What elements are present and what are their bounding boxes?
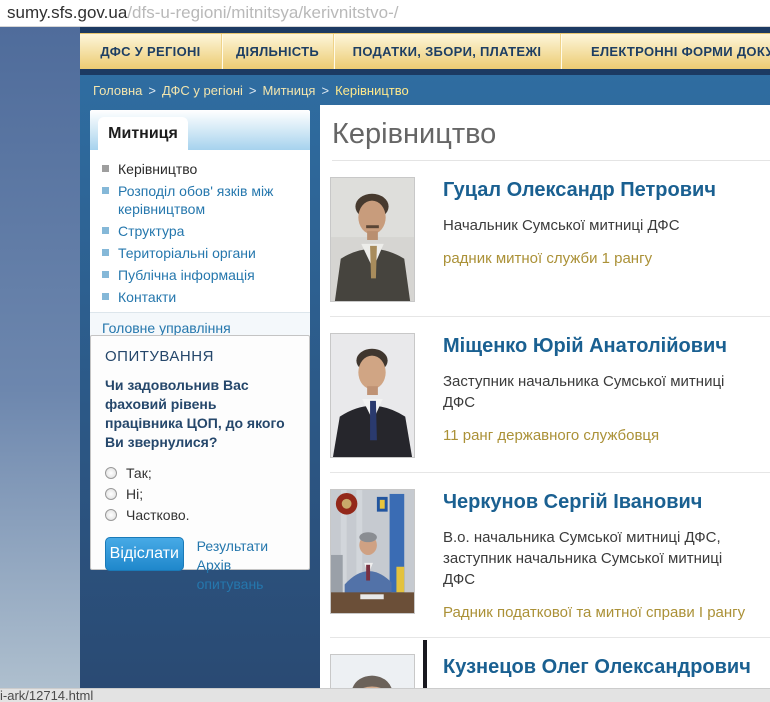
page-title: Керівництво: [332, 117, 770, 151]
main-content: Керівництво: [320, 105, 770, 688]
breadcrumb-home[interactable]: Головна: [93, 83, 142, 98]
portrait-photo: [330, 333, 415, 458]
person-name-link[interactable]: Міщенко Юрій Анатолійович: [443, 334, 743, 358]
url-domain: sumy.sfs.gov.ua: [7, 3, 127, 22]
breadcrumb-separator: >: [321, 83, 329, 98]
poll-options: Так; Ні; Частково.: [105, 465, 295, 523]
sidebar-item-teritorialni-organi[interactable]: Територіальні органи: [102, 242, 300, 264]
poll-actions: Відіслати Результати Архів опитувань: [105, 537, 295, 594]
poll-option-tak: Так;: [105, 465, 295, 481]
bullet-square-icon: [102, 227, 109, 234]
person-card: Кузнецов Олег Олександрович Перший засту…: [330, 638, 770, 688]
bullet-square-icon: [102, 249, 109, 256]
breadcrumb-current: Керівництво: [335, 83, 409, 98]
radio-icon[interactable]: [105, 509, 117, 521]
poll-title: ОПИТУВАННЯ: [105, 348, 295, 365]
person-name-link[interactable]: Черкунов Сергій Іванович: [443, 490, 745, 514]
sidebar-item-rozpodil[interactable]: Розподіл обов' язків між керівництвом: [102, 180, 300, 220]
sidebar-item-publichna-informatsiya[interactable]: Публічна інформація: [102, 264, 300, 286]
portrait-photo: [330, 489, 415, 614]
sidebar-header: Митниця: [90, 110, 310, 150]
sidebar-item-kerivnitstvo[interactable]: Керівництво: [102, 158, 300, 180]
sidebar-item-label: Керівництво: [118, 160, 197, 178]
sidebar-item-label: Структура: [118, 222, 184, 240]
poll-option-label[interactable]: Частково.: [126, 507, 190, 523]
nav-tab-diyalnist[interactable]: ДІЯЛЬНІСТЬ: [221, 34, 333, 69]
person-info: Черкунов Сергій Іванович В.о. начальника…: [443, 489, 745, 623]
site-content: ДФС У РЕГІОНІ ДІЯЛЬНІСТЬ ПОДАТКИ, ЗБОРИ,…: [80, 27, 770, 688]
bullet-square-icon: [102, 165, 109, 172]
person-position: Начальник Сумської митниці ДФС: [443, 215, 716, 236]
sidebar-menu: Керівництво Розподіл обов' язків між кер…: [90, 150, 310, 312]
sidebar-tab-mitnitsya[interactable]: Митниця: [98, 117, 188, 150]
person-card: Гуцал Олександр Петрович Начальник Сумсь…: [330, 161, 770, 317]
nav-tab-elektronni-formi[interactable]: ЕЛЕКТРОННІ ФОРМИ ДОКУМ: [560, 34, 770, 69]
poll-option-ni: Ні;: [105, 486, 295, 502]
poll-widget: ОПИТУВАННЯ Чи задовольнив Вас фаховий рі…: [90, 335, 310, 570]
bullet-square-icon: [102, 293, 109, 300]
sidebar-item-struktura[interactable]: Структура: [102, 220, 300, 242]
person-info: Гуцал Олександр Петрович Начальник Сумсь…: [443, 177, 716, 302]
status-bar: i-ark/12714.html: [0, 688, 770, 702]
browser-window: sumy.sfs.gov.ua/dfs-u-regioni/mitnitsya/…: [0, 0, 770, 702]
person-name-link[interactable]: Кузнецов Олег Олександрович: [443, 655, 751, 679]
poll-archive-link[interactable]: Архів опитувань: [197, 556, 295, 594]
sidebar-item-kontakti[interactable]: Контакти: [102, 286, 300, 308]
url-path: /dfs-u-regioni/mitnitsya/kerivnitstvo-/: [127, 3, 398, 22]
sidebar-item-label: Контакти: [118, 288, 176, 306]
nav-tab-dfs-u-regioni[interactable]: ДФС У РЕГІОНІ: [80, 34, 221, 69]
page-left-margin: [0, 27, 80, 688]
poll-submit-button[interactable]: Відіслати: [105, 537, 184, 571]
portrait-photo: [330, 654, 415, 688]
person-rank: 11 ранг державного службовця: [443, 426, 743, 446]
person-name-link[interactable]: Гуцал Олександр Петрович: [443, 178, 716, 202]
poll-option-chastkovo: Частково.: [105, 507, 295, 523]
person-rank: Радник податкової та митної справи І ран…: [443, 603, 745, 623]
bullet-square-icon: [102, 187, 109, 194]
poll-question: Чи задовольнив Вас фаховий рівень праців…: [105, 376, 295, 452]
bullet-square-icon: [102, 271, 109, 278]
person-position: В.о. начальника Сумської митниці ДФС, за…: [443, 527, 743, 590]
person-card: Черкунов Сергій Іванович В.о. начальника…: [330, 473, 770, 638]
breadcrumb-dfs-region[interactable]: ДФС у регіоні: [162, 83, 243, 98]
breadcrumb-mitnitsya[interactable]: Митниця: [263, 83, 316, 98]
person-info: Кузнецов Олег Олександрович Перший засту…: [443, 654, 751, 688]
nav-tab-podatki[interactable]: ПОДАТКИ, ЗБОРИ, ПЛАТЕЖІ: [333, 34, 560, 69]
poll-option-label[interactable]: Так;: [126, 465, 152, 481]
portrait-photo: [330, 177, 415, 302]
poll-results-link[interactable]: Результати: [197, 537, 295, 556]
person-rank: радник митної служби 1 рангу: [443, 249, 716, 269]
address-bar[interactable]: sumy.sfs.gov.ua/dfs-u-regioni/mitnitsya/…: [0, 0, 770, 27]
page-body: Головна > ДФС у регіоні > Митниця > Керівництв…: [80, 75, 770, 688]
radio-icon[interactable]: [105, 467, 117, 479]
person-position: Заступник начальника Сумської митниці ДФ…: [443, 371, 743, 413]
person-card: Міщенко Юрій Анатолійович Заступник нача…: [330, 317, 770, 473]
breadcrumb-separator: >: [249, 83, 257, 98]
page-edge-line: [423, 640, 427, 688]
sidebar-menu-box: Митниця Керівництво Розподіл обов' язків…: [90, 110, 310, 345]
breadcrumb: Головна > ДФС у регіоні > Митниця > Керівництв…: [93, 83, 409, 98]
poll-option-label[interactable]: Ні;: [126, 486, 143, 502]
sidebar-item-label: Публічна інформація: [118, 266, 255, 284]
breadcrumb-separator: >: [148, 83, 156, 98]
status-link-text: i-ark/12714.html: [0, 688, 93, 702]
person-info: Міщенко Юрій Анатолійович Заступник нача…: [443, 333, 743, 458]
main-navigation: ДФС У РЕГІОНІ ДІЯЛЬНІСТЬ ПОДАТКИ, ЗБОРИ,…: [80, 33, 770, 69]
sidebar-item-label: Розподіл обов' язків між керівництвом: [118, 182, 300, 218]
poll-links: Результати Архів опитувань: [197, 537, 295, 594]
radio-icon[interactable]: [105, 488, 117, 500]
sidebar-item-label: Територіальні органи: [118, 244, 256, 262]
